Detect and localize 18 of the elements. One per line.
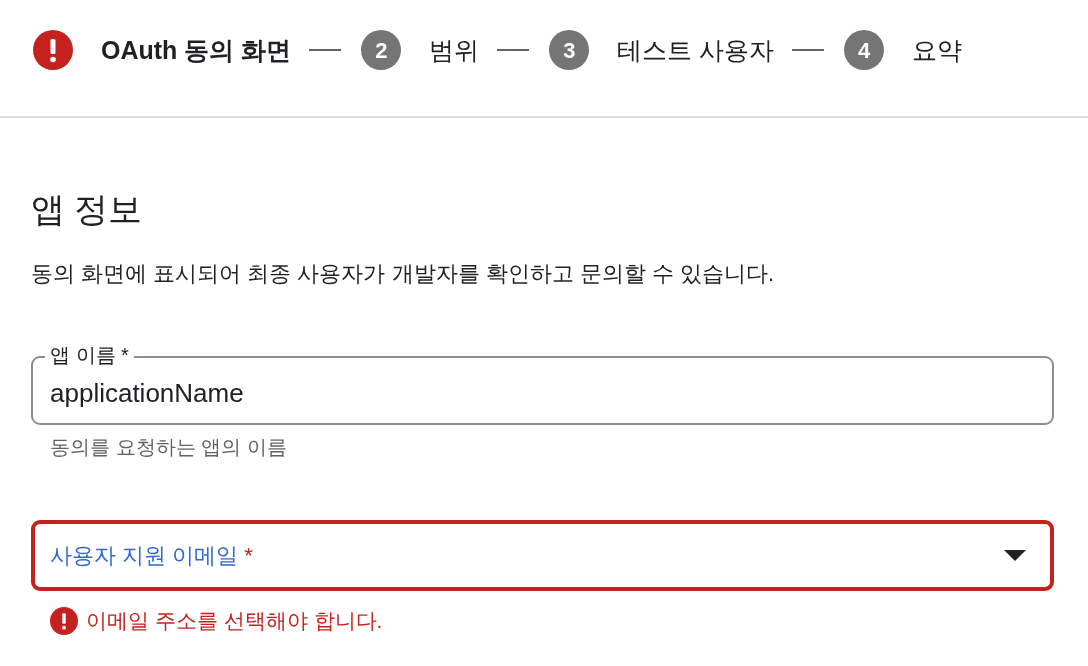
error-icon bbox=[33, 30, 73, 70]
error-message: 이메일 주소를 선택해야 합니다. bbox=[86, 608, 383, 634]
field-label: 앱 이름 * bbox=[45, 344, 134, 366]
required-mark: * bbox=[244, 541, 253, 570]
helper-text: 동의를 요청하는 앱의 이름 bbox=[50, 435, 288, 459]
error-icon bbox=[50, 607, 78, 635]
caret-icon bbox=[1004, 550, 1026, 561]
step-label[interactable]: 요약 bbox=[912, 30, 963, 70]
step-label[interactable]: 범위 bbox=[429, 30, 480, 70]
section-description: 동의 화면에 표시되어 최종 사용자가 개발자를 확인하고 문의할 수 있습니다. bbox=[31, 260, 776, 288]
step-number: 3 bbox=[549, 30, 590, 70]
step-label[interactable]: OAuth 동의 화면 bbox=[101, 30, 292, 70]
section-title: 앱 정보 bbox=[31, 190, 144, 228]
field-label: 사용자 지원 이메일 bbox=[50, 541, 239, 570]
step-label[interactable]: 테스트 사용자 bbox=[617, 30, 775, 70]
select-field[interactable]: 사용자 지원 이메일 * bbox=[31, 520, 1054, 591]
step-number: 4 bbox=[844, 30, 885, 70]
step-number: 2 bbox=[361, 30, 402, 70]
